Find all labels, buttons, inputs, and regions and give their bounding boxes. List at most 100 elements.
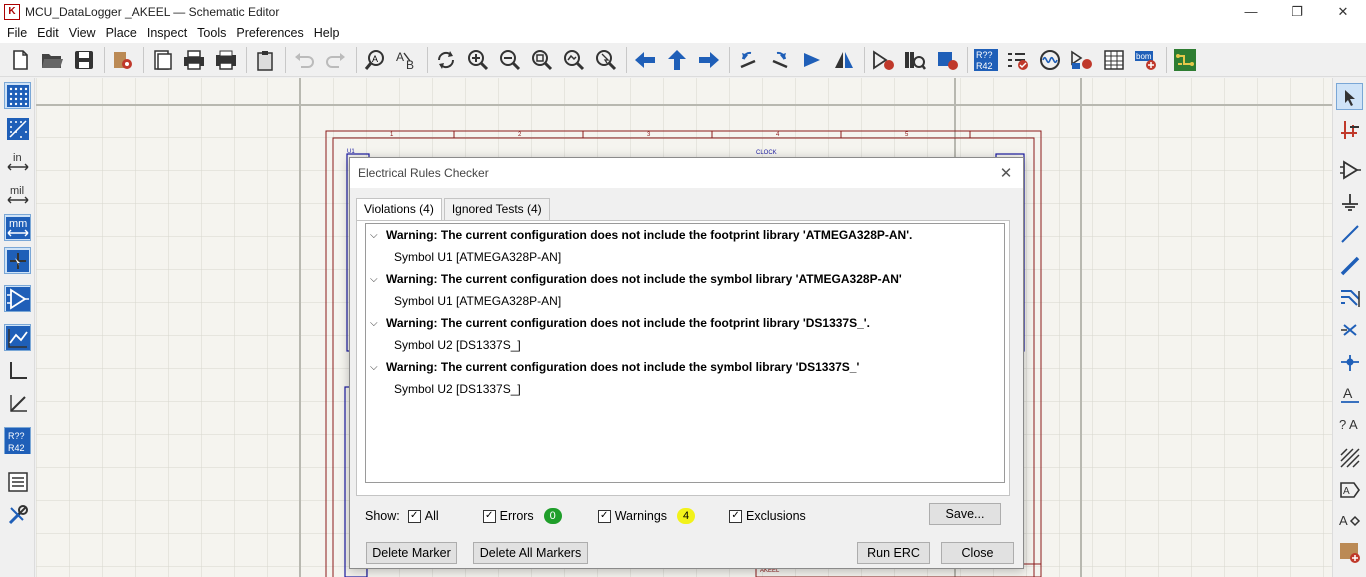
menu-view[interactable]: View [64,26,101,40]
delete-marker-button[interactable]: Delete Marker [366,542,457,564]
erc-icon[interactable] [1004,46,1032,74]
assign-footprints-icon[interactable] [1068,46,1096,74]
wire-45-mode-icon[interactable] [4,324,31,351]
line-mode-90-icon[interactable] [4,357,31,384]
rotate-ccw-icon[interactable] [734,46,762,74]
mirror-h-icon[interactable] [830,46,858,74]
mirror-v-icon[interactable] [798,46,826,74]
zoom-out-icon[interactable] [496,46,524,74]
undo-icon[interactable] [290,46,318,74]
refresh-icon[interactable] [432,46,460,74]
forward-arrow-icon[interactable] [695,46,723,74]
close-button[interactable]: Close [941,542,1014,564]
violation-row[interactable]: ⌵ Warning: The current configuration does… [366,312,1004,334]
symbol-fields-table-icon[interactable] [1100,46,1128,74]
properties-tools-icon[interactable] [4,501,31,528]
zoom-selection-icon[interactable] [592,46,620,74]
chevron-down-icon[interactable]: ⌵ [370,274,382,285]
violation-item-row[interactable]: Symbol U1 [ATMEGA328P-AN] [366,246,1004,268]
menu-help[interactable]: Help [309,26,345,40]
exclusions-checkbox[interactable]: ✓ [729,509,743,523]
annotate-icon[interactable]: R?? R42 [972,46,1000,74]
add-netclass-label-icon[interactable]: ? A [1336,411,1363,438]
line-mode-45-icon[interactable] [4,390,31,417]
chevron-down-icon[interactable]: ⌵ [370,230,382,241]
zoom-in-icon[interactable] [464,46,492,74]
chevron-down-icon[interactable]: ⌵ [370,318,382,329]
all-checkbox[interactable]: ✓ [407,509,421,523]
dialog-close-icon[interactable]: ✕ [995,162,1017,184]
violation-row[interactable]: ⌵ Warning: The current configuration does… [366,268,1004,290]
chevron-down-icon[interactable]: ⌵ [370,362,382,373]
open-folder-icon[interactable] [38,46,66,74]
violation-item-row[interactable]: Symbol U2 [DS1337S_] [366,378,1004,400]
add-global-label-icon[interactable]: A [1336,476,1363,503]
add-junction-icon[interactable] [1336,348,1363,375]
add-hier-label-icon[interactable] [1336,444,1363,471]
violation-item-row[interactable]: Symbol U1 [ATMEGA328P-AN] [366,290,1004,312]
violations-tree[interactable]: ⌵ Warning: The current configuration does… [365,223,1005,483]
run-erc-button[interactable]: Run ERC [857,542,930,564]
annotate-toggle-icon[interactable]: R?? R42 [4,427,31,454]
plot-icon[interactable] [212,46,240,74]
errors-checkbox[interactable]: ✓ [482,509,496,523]
minimize-button[interactable]: — [1228,0,1274,23]
add-symbol-icon[interactable] [1336,156,1363,183]
generate-bom-icon[interactable]: bom [1132,46,1160,74]
menu-tools[interactable]: Tools [192,26,231,40]
highlight-net-icon[interactable] [1336,116,1363,143]
close-window-button[interactable]: ✕ [1320,0,1366,23]
grid-dots-icon[interactable] [4,82,31,109]
add-label-icon[interactable]: A [1336,380,1363,407]
rotate-cw-icon[interactable] [766,46,794,74]
units-mm-button[interactable]: mm [4,214,31,241]
add-sheet-pin-icon[interactable]: A [1336,507,1363,534]
save-icon[interactable] [70,46,98,74]
violation-row[interactable]: ⌵ Warning: The current configuration does… [366,224,1004,246]
no-connect-icon[interactable] [1336,316,1363,343]
find-replace-icon[interactable]: AB [393,46,421,74]
redo-icon[interactable] [322,46,350,74]
cursor-crosshair-icon[interactable] [4,247,31,274]
schematic-setup-icon[interactable] [109,46,137,74]
menu-edit[interactable]: Edit [32,26,64,40]
hierarchy-navigator-icon[interactable] [4,468,31,495]
up-arrow-icon[interactable] [663,46,691,74]
units-inches-button[interactable]: in [4,148,31,175]
add-bus-icon[interactable] [1336,252,1363,279]
add-bus-entry-icon[interactable] [1336,284,1363,311]
page-settings-icon[interactable] [148,46,176,74]
print-icon[interactable] [180,46,208,74]
warnings-checkbox[interactable]: ✓ [597,509,611,523]
menu-file[interactable]: File [2,26,32,40]
units-mils-button[interactable]: mil [4,181,31,208]
paste-icon[interactable] [251,46,279,74]
zoom-fit-icon[interactable] [528,46,556,74]
simulator-icon[interactable] [1036,46,1064,74]
svg-text:A: A [396,50,404,64]
restore-button[interactable]: ❐ [1274,0,1320,23]
zoom-objects-icon[interactable] [560,46,588,74]
hidden-pins-icon[interactable] [4,285,31,312]
add-power-icon[interactable] [1336,189,1363,216]
tab-violations[interactable]: Violations (4) [356,198,442,221]
tab-ignored-tests[interactable]: Ignored Tests (4) [443,198,550,220]
save-button[interactable]: Save... [929,503,1001,525]
select-arrow-icon[interactable] [1336,83,1363,110]
footprint-editor-icon[interactable] [933,46,961,74]
menu-inspect[interactable]: Inspect [142,26,192,40]
symbol-library-browser-icon[interactable] [901,46,929,74]
symbol-editor-icon[interactable] [869,46,897,74]
find-icon[interactable]: A [361,46,389,74]
back-arrow-icon[interactable] [631,46,659,74]
menu-place[interactable]: Place [101,26,142,40]
violation-row[interactable]: ⌵ Warning: The current configuration does… [366,356,1004,378]
add-wire-icon[interactable] [1336,220,1363,247]
new-file-icon[interactable] [6,46,34,74]
grid-overrides-icon[interactable] [4,115,31,142]
add-image-icon[interactable] [1336,539,1363,566]
pcb-editor-icon[interactable] [1171,46,1199,74]
violation-item-row[interactable]: Symbol U2 [DS1337S_] [366,334,1004,356]
menu-preferences[interactable]: Preferences [231,26,308,40]
delete-all-markers-button[interactable]: Delete All Markers [473,542,588,564]
